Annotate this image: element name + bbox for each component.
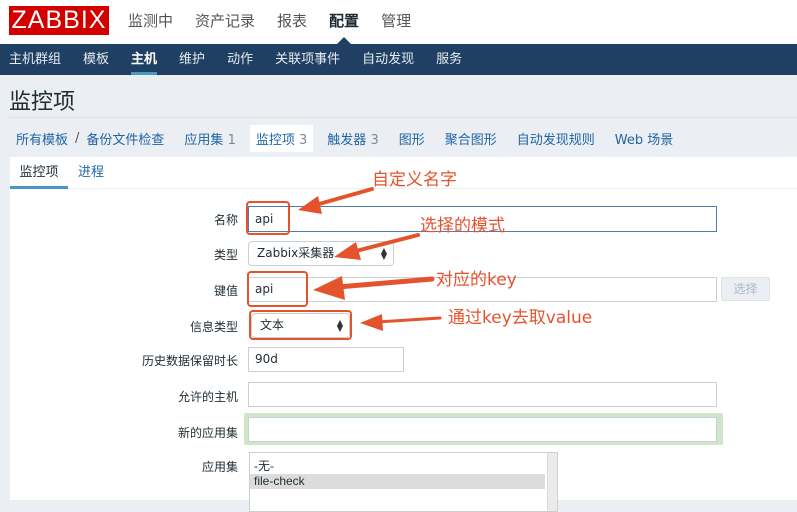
menu-administration[interactable]: 管理 <box>381 0 411 44</box>
name-highlight-box <box>246 201 290 235</box>
applications-label: 应用集 <box>201 460 238 474</box>
triggers-label: 触发器 <box>327 132 367 148</box>
applications-label: 应用集 <box>184 132 224 148</box>
key-highlight-box <box>247 271 308 307</box>
top-header: ZABBIX 监测中 资产记录 报表 配置 管理 <box>0 0 797 44</box>
new-application-input[interactable] <box>248 417 717 442</box>
new-application-label: 新的应用集 <box>177 426 238 440</box>
history-input[interactable]: 90d <box>248 347 404 372</box>
active-caret-icon <box>337 37 352 44</box>
breadcrumb-screens[interactable]: 聚合图形 <box>445 129 497 148</box>
menu-configuration[interactable]: 配置 <box>329 0 359 44</box>
submenu-hosts[interactable]: 主机 <box>131 44 158 75</box>
menu-inventory[interactable]: 资产记录 <box>195 0 255 44</box>
breadcrumb-separator: / <box>75 130 80 146</box>
sub-menu: 主机群组 模板 主机 维护 动作 关联项事件 自动发现 服务 <box>0 44 797 75</box>
history-label: 历史数据保留时长 <box>141 354 238 368</box>
breadcrumb-graphs[interactable]: 图形 <box>399 129 425 148</box>
breadcrumb-template[interactable]: 备份文件检查 <box>86 129 164 148</box>
submenu-correlation[interactable]: 关联项事件 <box>275 44 340 75</box>
title-divider <box>9 117 797 118</box>
main-menu: 监测中 资产记录 报表 配置 管理 <box>128 0 433 44</box>
application-option[interactable]: -无- <box>250 459 557 474</box>
zabbix-logo[interactable]: ZABBIX <box>9 6 109 35</box>
type-label: 类型 <box>213 248 238 262</box>
annotation-type-note: 选择的模式 <box>420 216 505 236</box>
breadcrumb-web-scenarios[interactable]: Web 场景 <box>615 129 673 148</box>
annotation-info-note: 通过key去取value <box>448 308 593 328</box>
breadcrumb: 所有模板 / 备份文件检查 应用集 1 监控项 3 触发器 3 图形 聚合图形 … <box>16 124 693 152</box>
submenu-actions[interactable]: 动作 <box>227 44 253 75</box>
annotation-key-note: 对应的key <box>436 270 517 290</box>
breadcrumb-all-templates[interactable]: 所有模板 <box>16 129 68 148</box>
page-title: 监控项 <box>9 90 76 115</box>
listbox-scrollbar[interactable] <box>547 453 557 511</box>
applications-count: 1 <box>227 132 236 148</box>
application-option-selected[interactable]: file-check <box>250 474 545 489</box>
menu-monitoring[interactable]: 监测中 <box>128 0 173 44</box>
items-label: 监控项 <box>255 132 295 148</box>
allowed-hosts-input[interactable] <box>248 382 717 407</box>
submenu-services[interactable]: 服务 <box>436 44 462 75</box>
breadcrumb-applications[interactable]: 应用集 1 <box>184 129 235 148</box>
tab-preprocessing[interactable]: 进程 <box>78 157 104 189</box>
submenu-templates[interactable]: 模板 <box>83 44 109 75</box>
breadcrumb-items[interactable]: 监控项 3 <box>249 124 314 152</box>
triggers-count: 3 <box>370 132 379 148</box>
breadcrumb-discovery-rules[interactable]: 自动发现规则 <box>517 129 595 148</box>
tab-item[interactable]: 监控项 <box>10 157 68 189</box>
type-select[interactable]: Zabbix采集器 ▲ ▼ <box>248 241 394 266</box>
breadcrumb-triggers[interactable]: 触发器 3 <box>327 129 378 148</box>
submenu-host-groups[interactable]: 主机群组 <box>9 44 61 75</box>
items-count: 3 <box>299 132 308 148</box>
annotation-name-note: 自定义名字 <box>372 170 457 190</box>
info-type-highlight-box <box>249 310 352 340</box>
applications-listbox[interactable]: -无- file-check <box>249 452 558 512</box>
menu-configuration-label: 配置 <box>329 12 360 30</box>
key-select-button[interactable]: 选择 <box>721 277 770 301</box>
type-select-value: Zabbix采集器 <box>257 246 335 260</box>
name-label: 名称 <box>213 213 238 227</box>
submenu-discovery[interactable]: 自动发现 <box>362 44 414 75</box>
menu-reports[interactable]: 报表 <box>277 0 307 44</box>
key-label: 键值 <box>213 284 238 298</box>
allowed-hosts-label: 允许的主机 <box>177 390 238 404</box>
select-arrows-icon: ▲ ▼ <box>380 245 387 261</box>
info-type-label: 信息类型 <box>189 320 238 334</box>
submenu-maintenance[interactable]: 维护 <box>179 44 205 75</box>
